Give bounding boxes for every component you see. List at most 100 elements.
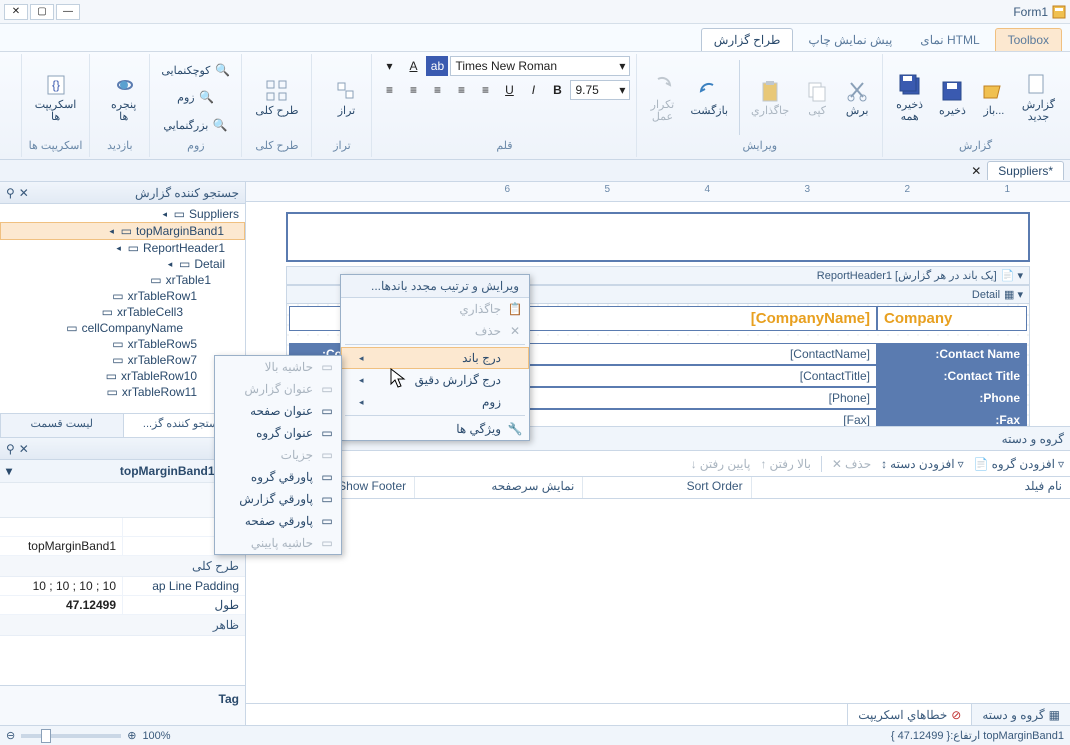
tab-preview[interactable]: پیش نمایش چاپ (795, 28, 905, 51)
tree-item[interactable]: Suppliers▭◂ (0, 206, 245, 222)
prop-cat-layout[interactable]: طرح کلی (0, 556, 245, 577)
field-label[interactable]: Fax: (877, 409, 1027, 426)
ctx-paste[interactable]: جاگذاري📋 (341, 298, 529, 320)
sub-bottom-margin[interactable]: حاشیه پاییني▭ (215, 532, 341, 554)
zoom-slider[interactable] (21, 734, 121, 738)
close-button[interactable]: ✕ (4, 4, 28, 20)
tab-html[interactable]: نمای HTML (907, 28, 992, 51)
delete-group-button[interactable]: حذف ✕ (832, 457, 871, 471)
font-family-combo[interactable]: Times New Roman▾ (450, 56, 630, 76)
field-label[interactable]: Phone: (877, 387, 1027, 409)
sub-group-footer[interactable]: پاورقي گروه▭ (215, 466, 341, 488)
pin-icon[interactable]: ⚲ (6, 442, 15, 456)
svg-text:{}: {} (52, 78, 60, 92)
fields-tab[interactable]: لیست قسمت (0, 414, 123, 437)
tree-item[interactable]: xrTableCell3▭ (0, 304, 245, 320)
sub-group-header[interactable]: عنوان گروه▭ (215, 422, 341, 444)
tree-item[interactable]: Detail▭◂ (0, 256, 245, 272)
saveall-button[interactable]: ذخیرههمه (889, 56, 930, 139)
context-submenu[interactable]: حاشیه بالا▭ عنوان گزارش▭ عنوان صفحه▭ عنو… (214, 355, 342, 555)
align-left-button[interactable]: ≡ (474, 80, 496, 100)
ctx-zoom[interactable]: زوم◂ (341, 391, 529, 413)
tree-item[interactable]: xrTableRow10▭ (0, 368, 245, 384)
panel-close-icon[interactable]: ✕ (19, 442, 29, 456)
pin-icon[interactable]: ⚲ (6, 186, 15, 200)
cut-button[interactable]: برش (838, 56, 876, 139)
sub-report-title[interactable]: عنوان گزارش▭ (215, 378, 341, 400)
report-explorer-tree[interactable]: Suppliers▭◂topMarginBand1▭◂ReportHeader1… (0, 204, 245, 414)
ctx-properties[interactable]: ویژگي ها🔧 (341, 418, 529, 440)
sub-top-margin[interactable]: حاشیه بالا▭ (215, 356, 341, 378)
tree-item[interactable]: xrTableRow5▭ (0, 336, 245, 352)
tab-script-errors[interactable]: ⊘خطاهاي اسکریپت (847, 704, 971, 725)
minimize-button[interactable]: — (56, 4, 80, 20)
font-size-combo[interactable]: 9.75▾ (570, 80, 630, 100)
tree-item[interactable]: xrTableRow11▭ (0, 384, 245, 400)
tree-item[interactable]: topMarginBand1▭◂ (0, 222, 245, 240)
panel-close-icon[interactable]: ✕ (19, 186, 29, 200)
bold-button[interactable]: B (546, 80, 568, 100)
doc-tab-suppliers[interactable]: Suppliers* (987, 161, 1064, 180)
ctx-delete[interactable]: حذف✕ (341, 320, 529, 342)
tree-item[interactable]: xrTableRow7▭ (0, 352, 245, 368)
doc-close-icon[interactable]: ✕ (971, 164, 981, 178)
align-right-button[interactable]: ≡ (426, 80, 448, 100)
group-toolbar: ▿ افزودن گروه 📄 ▿ افزودن دسته ↕ حذف ✕ با… (246, 450, 1070, 476)
ctx-insert-detail[interactable]: درج گزارش دقیق◂ (341, 369, 529, 391)
property-grid[interactable]: Ta (نام)topMarginBand1 طرح کلی ap Line P… (0, 518, 245, 685)
tree-item[interactable]: xrTable1▭ (0, 272, 245, 288)
copy-button[interactable]: کپی (798, 56, 836, 139)
sub-detail[interactable]: جزیات▭ (215, 444, 341, 466)
sub-report-footer[interactable]: پاورقي گزارش▭ (215, 488, 341, 510)
redo-button[interactable]: تکرارعمل (643, 56, 681, 139)
props-object[interactable]: topMarginBand1 Top▾ (0, 460, 245, 483)
clear-format-button[interactable]: ▾ (378, 56, 400, 76)
tab-designer[interactable]: طراح گزارش (701, 28, 794, 51)
tab-toolbox[interactable]: Toolbox (995, 28, 1062, 51)
tree-item[interactable]: xrTableRow1▭ (0, 288, 245, 304)
tree-item[interactable]: ReportHeader1▭◂ (0, 240, 245, 256)
form-icon (1052, 5, 1066, 19)
prop-cat-appearance[interactable]: ظاهر (0, 615, 245, 636)
titlebar: Form1 ✕ ▢ — (0, 0, 1070, 24)
document-tabs: ✕ Suppliers* (0, 160, 1070, 182)
topmargin-band[interactable] (286, 212, 1030, 262)
scripts-button[interactable]: {}اسکریپتها (28, 56, 84, 139)
sub-page-footer[interactable]: پاورقي صفحه▭ (215, 510, 341, 532)
ctx-insert-band[interactable]: درج باند◂ (341, 347, 529, 369)
field-label[interactable]: Contact Name: (877, 343, 1027, 365)
zoom-out-button[interactable]: 🔍بزرگنمایي (156, 115, 235, 135)
justify-button[interactable]: ≡ (402, 80, 424, 100)
align-button[interactable]: تراز (327, 56, 365, 139)
justify2-button[interactable]: ≡ (378, 80, 400, 100)
horizontal-ruler: 1 2 3 4 5 6 (246, 182, 1070, 202)
paste-button[interactable]: جاگذاري (744, 56, 796, 139)
italic-button[interactable]: I (522, 80, 544, 100)
move-down-button[interactable]: پایین رفتن ↓ (691, 457, 751, 471)
zoom-in-icon[interactable]: ⊕ (127, 729, 136, 742)
add-group-button[interactable]: ▿ افزودن گروه 📄 (974, 457, 1064, 471)
context-menu[interactable]: ویرایش و ترتیب مجدد باندها... جاگذاري📋 ح… (340, 274, 530, 441)
align-center-button[interactable]: ≡ (450, 80, 472, 100)
zoom-button[interactable]: 🔍زوم (156, 87, 235, 107)
sub-page-header[interactable]: عنوان صفحه▭ (215, 400, 341, 422)
new-report-button[interactable]: گزارشجدید (1015, 56, 1062, 139)
open-button[interactable]: باز... (975, 56, 1013, 139)
save-button[interactable]: ذخیره (932, 56, 973, 139)
tab-group-sort[interactable]: ▦گروه و دسته (971, 704, 1070, 725)
layout-button[interactable]: طرح کلی (248, 56, 305, 139)
undo-button[interactable]: بازگشت (683, 56, 735, 139)
group-grid[interactable] (246, 498, 1070, 703)
zoom-out-icon[interactable]: ⊖ (6, 729, 15, 742)
field-label[interactable]: Contact Title: (877, 365, 1027, 387)
company-label[interactable]: Company (877, 306, 1027, 331)
move-up-button[interactable]: بالا رفتن ↑ (760, 457, 810, 471)
windows-button[interactable]: پنجرهها (104, 56, 143, 139)
add-sort-button[interactable]: ▿ افزودن دسته ↕ (881, 457, 963, 471)
tree-item[interactable]: cellCompanyName▭ (0, 320, 245, 336)
forecolor-button[interactable]: ab (426, 56, 448, 76)
backcolor-button[interactable]: A (402, 56, 424, 76)
maximize-button[interactable]: ▢ (30, 4, 54, 20)
zoom-in-button[interactable]: 🔍کوچکنمایی (156, 60, 235, 80)
underline-button[interactable]: U (498, 80, 520, 100)
